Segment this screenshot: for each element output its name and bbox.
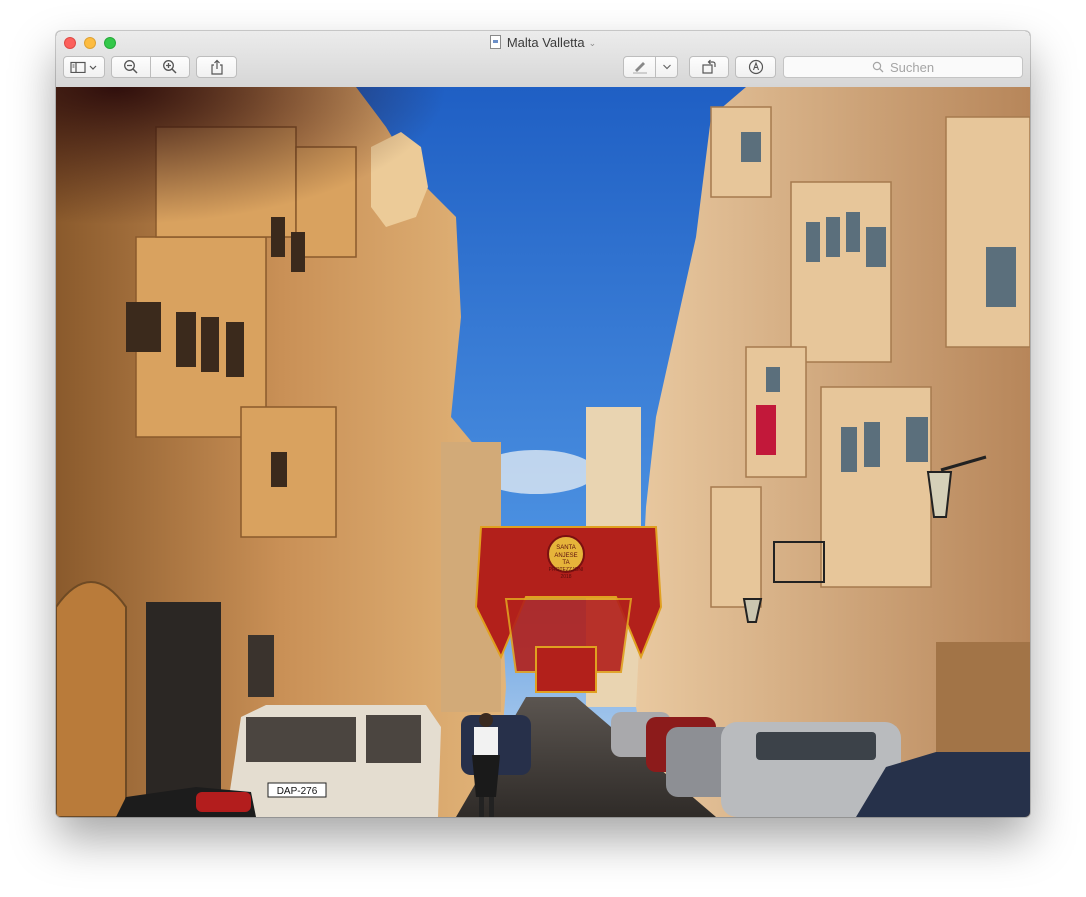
- rotate-button[interactable]: [689, 56, 729, 78]
- chevron-down-icon: ⌄: [588, 38, 597, 48]
- sidebar-icon: [70, 61, 97, 73]
- banner-text-2: ANJESE: [554, 553, 577, 559]
- rotate-icon: [702, 59, 716, 74]
- markup-pen-menu-button[interactable]: [656, 56, 678, 78]
- photo-canvas[interactable]: SANTA ANJESE TA PROTEZZJONI 2018 DAP-276: [56, 87, 1030, 817]
- zoom-out-icon: [124, 60, 138, 74]
- chevron-down-icon: [662, 64, 671, 70]
- banner-text-1: SANTA: [556, 545, 576, 551]
- zoom-in-button[interactable]: [151, 56, 190, 78]
- toolbar: Malta Valletta ⌄ Suchen: [56, 31, 1030, 88]
- window-title-area[interactable]: Malta Valletta ⌄: [56, 35, 1030, 51]
- markup-toolbar-button[interactable]: [735, 56, 776, 78]
- banner-text-3: TA: [562, 560, 569, 566]
- markup-icon: [748, 59, 763, 75]
- search-placeholder: Suchen: [889, 59, 935, 75]
- markup-pen-button[interactable]: [623, 56, 656, 78]
- banner-text-5: 2018: [560, 574, 571, 580]
- preview-window: Malta Valletta ⌄ Suchen SANTA ANJESE TA …: [56, 31, 1030, 817]
- share-icon: [210, 59, 223, 75]
- window-title: Malta Valletta: [506, 35, 585, 50]
- document-icon: [489, 35, 501, 49]
- license-plate: DAP-276: [277, 786, 318, 797]
- search-icon: [872, 61, 884, 73]
- zoom-in-icon: [163, 60, 177, 74]
- share-button[interactable]: [196, 56, 237, 78]
- banner-text-4: PROTEZZJONI: [549, 567, 584, 573]
- sidebar-toggle-button[interactable]: [63, 56, 105, 78]
- pen-icon: [632, 62, 647, 74]
- street-photo: SANTA ANJESE TA PROTEZZJONI 2018 DAP-276: [56, 87, 1030, 817]
- zoom-out-button[interactable]: [111, 56, 151, 78]
- search-field[interactable]: Suchen: [783, 56, 1023, 78]
